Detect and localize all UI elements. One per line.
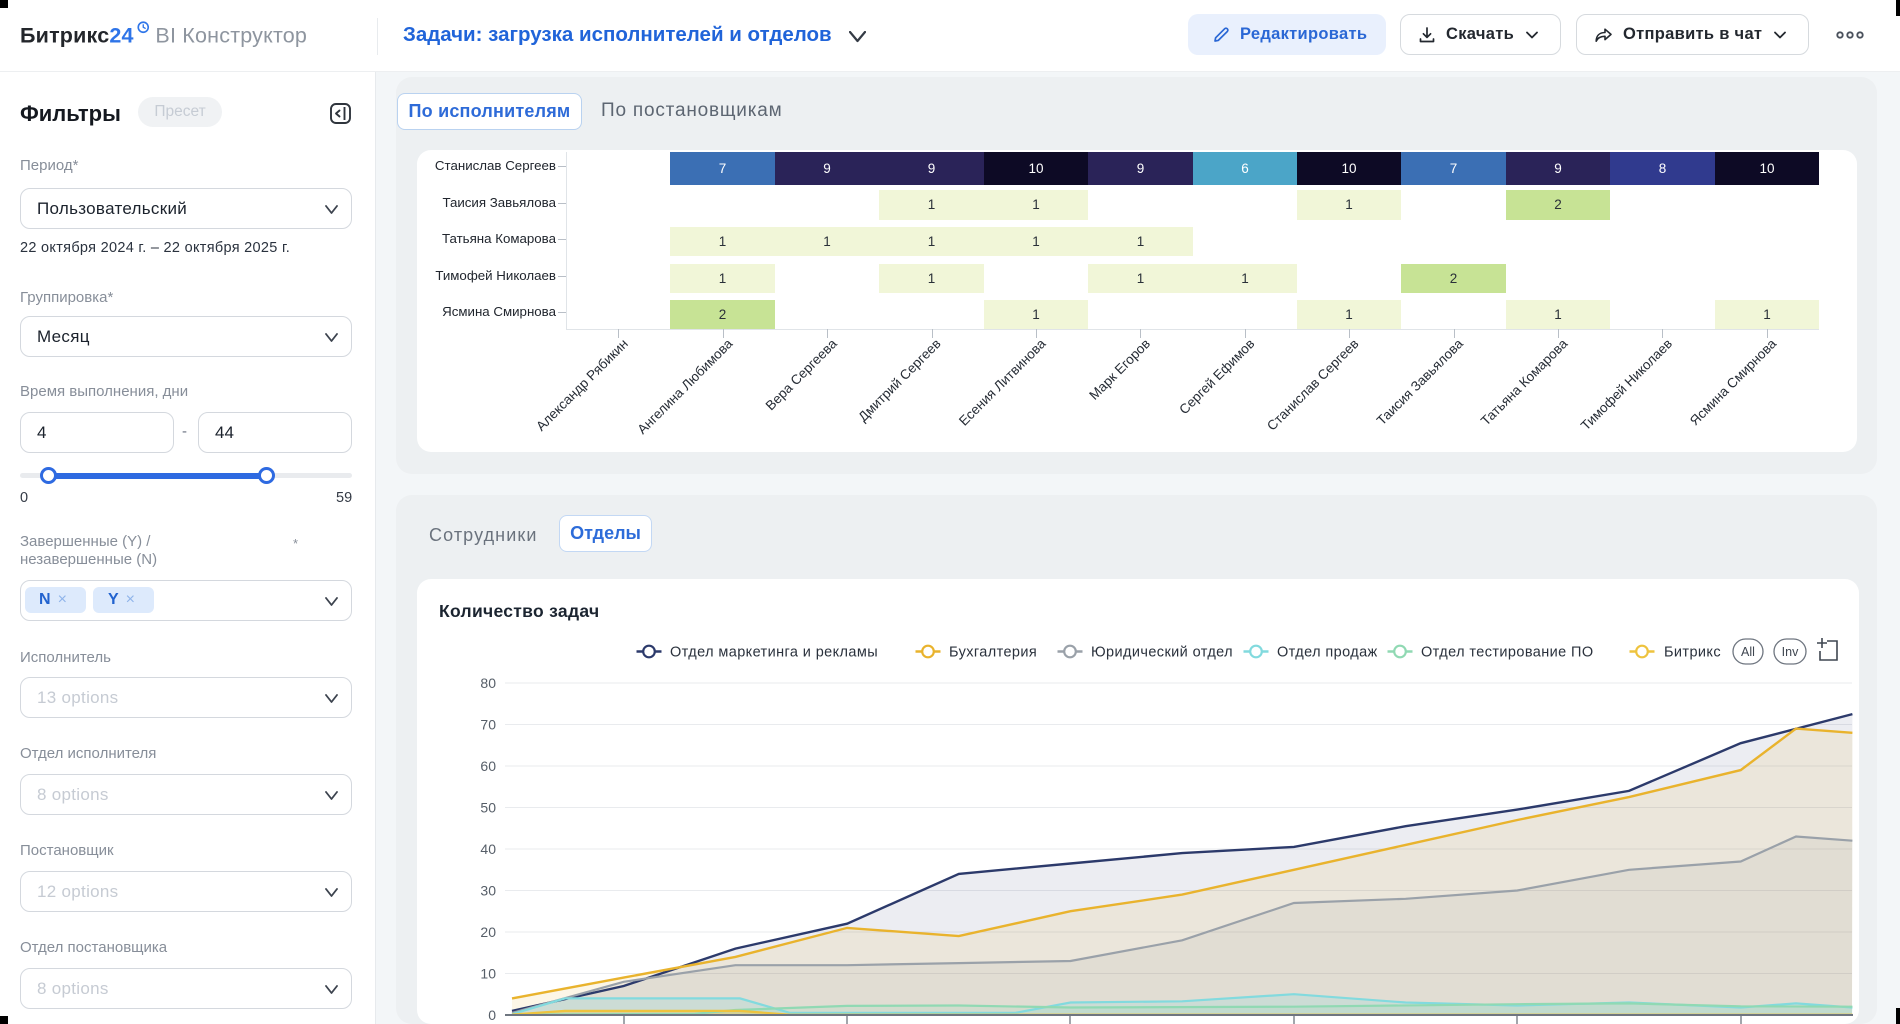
svg-text:30: 30 <box>480 883 496 899</box>
svg-text:70: 70 <box>480 717 496 733</box>
svg-text:Юридический отдел: Юридический отдел <box>1091 645 1233 661</box>
svg-text:Отдел тестирование ПО: Отдел тестирование ПО <box>1421 645 1594 661</box>
svg-text:Битрикс: Битрикс <box>1664 645 1721 661</box>
svg-text:All: All <box>1741 645 1755 659</box>
svg-text:Бухгалтерия: Бухгалтерия <box>949 645 1037 661</box>
svg-text:40: 40 <box>480 841 496 857</box>
svg-text:Отдел маркетинга и рекламы: Отдел маркетинга и рекламы <box>670 645 878 661</box>
svg-text:20: 20 <box>480 924 496 940</box>
svg-text:60: 60 <box>480 758 496 774</box>
svg-text:Inv: Inv <box>1782 645 1799 659</box>
svg-text:0: 0 <box>488 1007 496 1023</box>
svg-text:Отдел продаж: Отдел продаж <box>1277 645 1378 661</box>
svg-text:80: 80 <box>480 675 496 691</box>
svg-text:50: 50 <box>480 800 496 816</box>
svg-text:10: 10 <box>480 966 496 982</box>
